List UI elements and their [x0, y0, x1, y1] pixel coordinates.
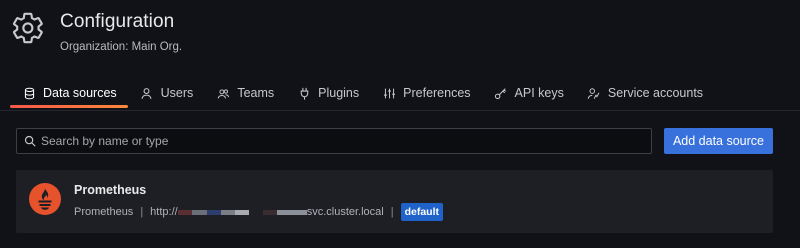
datasource-card-prometheus[interactable]: Prometheus Prometheus | http:// svc.clus… [16, 170, 773, 233]
users-icon [216, 86, 230, 100]
redacted-url-segment [220, 209, 235, 215]
tab-label: Preferences [403, 86, 471, 100]
page-subtitle: Organization: Main Org. [60, 41, 183, 53]
plug-icon [297, 86, 311, 100]
tab-users[interactable]: Users [128, 82, 205, 104]
configuration-page: Configuration Organization: Main Org. Da… [0, 0, 800, 248]
tab-plugins[interactable]: Plugins [285, 82, 370, 104]
datasource-meta: Prometheus | http:// svc.cluster.local |… [74, 203, 444, 221]
tab-teams[interactable]: Teams [204, 82, 285, 104]
datasource-url-prefix: http:// [150, 206, 178, 218]
datasource-url: http:// svc.cluster.local [150, 206, 384, 218]
tab-label: Users [160, 86, 194, 100]
tab-label: Teams [237, 86, 275, 100]
tab-label: API keys [514, 86, 564, 100]
datasource-name: Prometheus [74, 183, 147, 197]
tab-label: Service accounts [607, 86, 704, 100]
separator: | [140, 206, 144, 218]
tab-preferences[interactable]: Preferences [370, 82, 481, 104]
key-icon [494, 86, 508, 100]
search-icon [24, 135, 36, 147]
datasource-url-suffix: svc.cluster.local [306, 206, 384, 218]
config-tabs: Data sources Users Teams Plugins Prefere… [10, 82, 714, 108]
redacted-url-segment [206, 209, 221, 215]
tab-data-sources[interactable]: Data sources [10, 82, 128, 108]
redacted-url-segment [234, 209, 249, 215]
prometheus-logo-icon [29, 183, 61, 215]
add-data-source-button[interactable]: Add data source [664, 128, 773, 154]
redacted-url-segment [191, 209, 207, 215]
search-box[interactable] [16, 128, 652, 154]
tabs-divider [0, 110, 800, 111]
redacted-url-segment [276, 209, 307, 215]
redacted-url-segment [262, 209, 277, 215]
search-input[interactable] [41, 134, 631, 148]
redacted-url-segment [177, 209, 192, 215]
default-badge: default [400, 203, 444, 221]
page-title: Configuration [60, 11, 175, 32]
datasource-type: Prometheus [74, 206, 134, 218]
database-icon [22, 86, 36, 100]
sliders-icon [382, 86, 396, 100]
tab-service-accounts[interactable]: Service accounts [575, 82, 714, 104]
tab-api-keys[interactable]: API keys [482, 82, 575, 104]
user-icon [140, 86, 154, 100]
separator: | [390, 206, 394, 218]
tab-label: Data sources [43, 86, 117, 100]
tab-label: Plugins [318, 86, 360, 100]
user-cog-icon [587, 86, 601, 100]
gear-icon [12, 12, 43, 44]
